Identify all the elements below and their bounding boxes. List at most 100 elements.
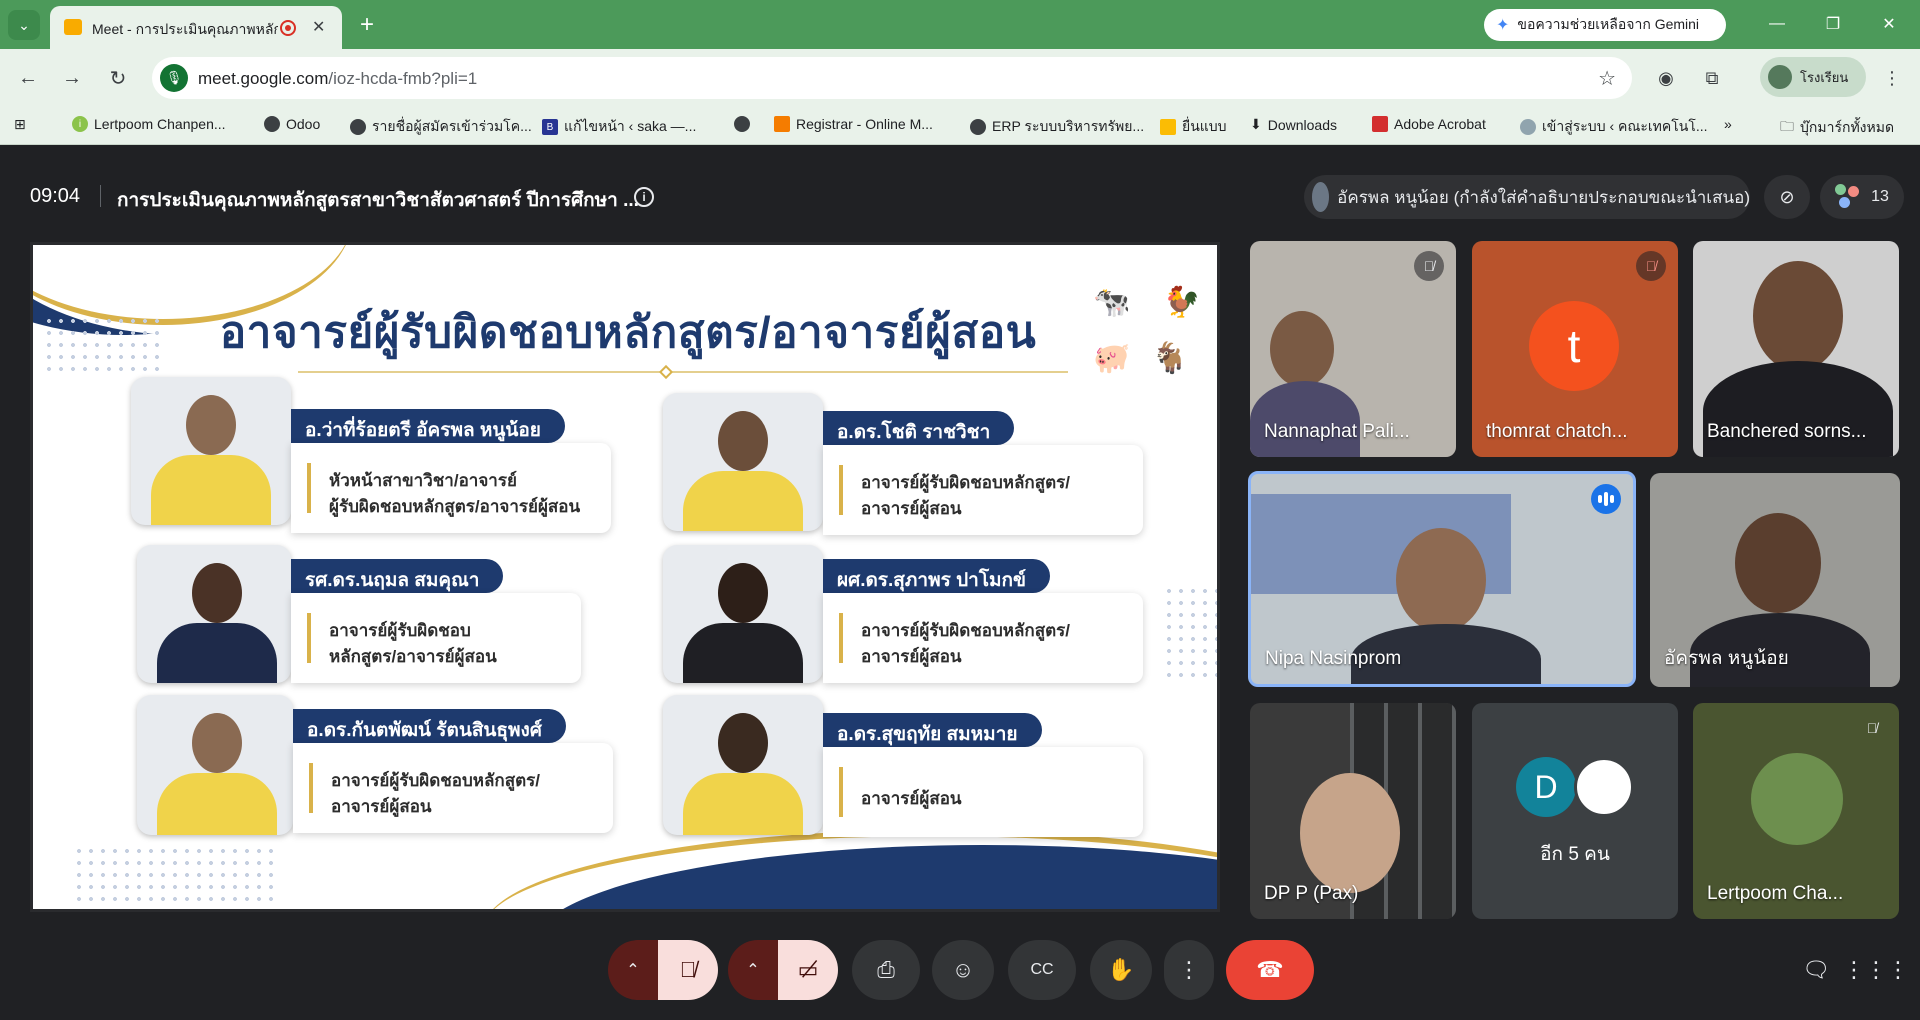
participant-tile[interactable]: t 🎙̸ thomrat chatch... <box>1472 241 1678 457</box>
slide-rule <box>298 371 1068 373</box>
profile-avatar <box>1768 65 1792 89</box>
camera-in-use-icon[interactable]: ◉ <box>1652 64 1680 92</box>
faculty-role-box: อาจารย์ผู้สอน <box>823 747 1143 837</box>
participant-count: 13 <box>1871 188 1889 205</box>
bookmark-item[interactable]: รายชื่อผู้สมัครเข้าร่วมโค... <box>350 116 532 138</box>
bookmark-item[interactable]: ยื่นแบบ <box>1160 116 1227 138</box>
mic-off-icon: 🎙̸ <box>1636 251 1666 281</box>
folder-icon: 🗀 <box>1780 118 1794 134</box>
apps-grid-icon[interactable]: ⊞ <box>14 116 26 133</box>
video-options-button[interactable]: ⌃ <box>728 940 778 1000</box>
captions-button[interactable]: CC <box>1008 940 1076 1000</box>
new-tab-button[interactable]: + <box>352 10 382 40</box>
meeting-time: 09:04 <box>30 185 81 207</box>
registrar-favicon-icon <box>774 116 790 132</box>
activities-button[interactable]: ⋮⋮⋮ <box>1843 940 1909 1000</box>
close-tab-icon[interactable]: ✕ <box>312 17 325 37</box>
forward-button[interactable]: → <box>56 62 88 94</box>
faculty-photo <box>137 695 293 835</box>
mic-off-icon: 🎙̸ <box>1414 251 1444 281</box>
participant-tile[interactable]: 🎙̸ Lertpoom Cha... <box>1693 703 1899 919</box>
tab-meet[interactable]: Meet - การประเมินคุณภาพหลักสูตร ✕ <box>50 6 342 49</box>
mic-active-site-icon[interactable]: 🎙 <box>160 64 188 92</box>
reactions-button[interactable]: ☺ <box>932 940 994 1000</box>
divider <box>100 185 101 207</box>
camera-toggle-button[interactable]: ▭̸ <box>778 940 838 1000</box>
bru-favicon-icon: B <box>542 119 558 135</box>
form-favicon-icon <box>1160 119 1176 135</box>
slide-dots <box>1163 585 1217 685</box>
bookmarks-bar: ⊞ i Lertpoom Chanpen... Odoo รายชื่อผู้สม… <box>0 107 1920 145</box>
globe-icon <box>264 116 280 132</box>
bookmark-item[interactable]: เข้าสู่ระบบ ‹ คณะเทคโนโ... <box>1520 116 1708 138</box>
faculty-role-line: อาจารย์ผู้สอน <box>861 789 962 808</box>
faculty-role-line: อาจารย์ผู้รับผิดชอบหลักสูตร/ <box>861 621 1070 640</box>
extensions-icon[interactable]: ⧉ <box>1698 64 1726 92</box>
bookmark-item[interactable]: ERP ระบบบริหารทรัพย... <box>970 116 1144 138</box>
faculty-role-line: อาจารย์ผู้สอน <box>331 797 432 816</box>
leave-call-button[interactable]: ☎ <box>1226 940 1314 1000</box>
participant-tile-active[interactable]: Nipa Nasinprom <box>1248 471 1636 687</box>
bookmark-star-icon[interactable]: ☆ <box>1598 66 1616 91</box>
chicken-icon: 🐓 <box>1163 286 1201 319</box>
back-button[interactable]: ← <box>12 62 44 94</box>
participant-name: Nipa Nasinprom <box>1265 648 1402 669</box>
chat-button[interactable]: 🗨 <box>1792 940 1840 1000</box>
faculty-name: รศ.ดร.นฤมล สมคุณา <box>291 559 504 593</box>
mic-toggle-button[interactable]: 🎙̸ <box>658 940 718 1000</box>
participant-tile[interactable]: DP P (Pax) <box>1250 703 1456 919</box>
faculty-name: อ.ว่าที่ร้อยตรี อัครพล หนูน้อย <box>291 409 565 443</box>
gemini-sparkle-icon: ✦ <box>1496 17 1510 34</box>
chat-icon: 🗨 <box>1802 957 1830 982</box>
present-button[interactable]: ⎙ <box>852 940 920 1000</box>
meeting-info-icon[interactable]: i <box>634 187 654 207</box>
faculty-role-box: อาจารย์ผู้รับผิดชอบหลักสูตร/ อาจารย์ผู้ส… <box>823 445 1143 535</box>
emoji-icon: ☺ <box>951 957 975 982</box>
participants-button[interactable]: 13 <box>1820 175 1904 219</box>
faculty-role-line: ผู้รับผิดชอบหลักสูตร/อาจารย์ผู้สอน <box>329 497 581 516</box>
profile-label: โรงเรียน <box>1800 69 1849 85</box>
globe-icon <box>1520 119 1536 135</box>
all-bookmarks-folder[interactable]: 🗀 บุ๊กมาร์กทั้งหมด <box>1780 116 1894 140</box>
gemini-button[interactable]: ✦ ขอความช่วยเหลือจาก Gemini <box>1484 9 1726 41</box>
participant-name: thomrat chatch... <box>1486 421 1628 442</box>
participant-name: Banchered sorns... <box>1707 421 1867 442</box>
more-options-button[interactable]: ⋮ <box>1164 940 1214 1000</box>
participant-tile[interactable]: อัครพล หนูน้อย <box>1650 473 1900 687</box>
more-bookmarks-icon[interactable]: » <box>1724 116 1732 132</box>
audio-options-button[interactable]: ⌃ <box>608 940 658 1000</box>
participant-name: Lertpoom Cha... <box>1707 883 1844 904</box>
presenter-chip[interactable]: อัครพล หนูน้อย (กำลังใส่คำอธิบายประกอบขณ… <box>1304 175 1750 219</box>
restore-button[interactable]: ❐ <box>1810 8 1856 40</box>
faculty-name: อ.ดร.โชติ ราชวิชา <box>823 411 1015 445</box>
profile-button[interactable]: โรงเรียน <box>1760 57 1866 97</box>
more-icon: ⋮ <box>1178 957 1200 982</box>
address-bar[interactable]: 🎙 meet.google.com/ioz-hcda-fmb?pli=1 ☆ <box>152 57 1632 99</box>
participant-name: DP P (Pax) <box>1264 883 1359 904</box>
raise-hand-button[interactable]: ✋ <box>1090 940 1152 1000</box>
participant-tile[interactable]: 🎙̸ Nannaphat Pali... <box>1250 241 1456 457</box>
presentation-slide: อาจารย์ผู้รับผิดชอบหลักสูตร/อาจารย์ผู้สอ… <box>30 242 1220 912</box>
globe-icon[interactable] <box>734 116 750 132</box>
reload-button[interactable]: ↻ <box>102 62 134 94</box>
mic-off-icon: 🎙̸ <box>679 957 697 982</box>
bookmark-item[interactable]: Adobe Acrobat <box>1372 116 1486 132</box>
faculty-photo <box>131 377 291 525</box>
faculty-role-line: หัวหน้าสาขาวิชา/อาจารย์ <box>329 471 517 490</box>
others-tile[interactable]: D อีก 5 คน <box>1472 703 1678 919</box>
hide-presentation-icon[interactable]: ⊘ <box>1764 175 1810 219</box>
browser-menu-icon[interactable]: ⋮ <box>1878 64 1906 92</box>
close-window-button[interactable]: ✕ <box>1866 8 1912 40</box>
bookmark-item[interactable]: Registrar - Online M... <box>774 116 933 132</box>
camera-off-icon: ▭̸ <box>797 957 819 982</box>
present-icon: ⎙ <box>877 957 895 982</box>
bookmark-item[interactable]: B แก้ไขหน้า ‹ saka —... <box>542 116 696 138</box>
bookmark-item[interactable]: ⬇ Downloads <box>1250 116 1337 133</box>
tab-search-button[interactable]: ⌄ <box>8 10 40 40</box>
participant-tile[interactable]: Banchered sorns... <box>1693 241 1899 457</box>
bookmark-item[interactable]: i Lertpoom Chanpen... <box>72 116 226 132</box>
faculty-name: อ.ดร.กันตพัฒน์ รัตนสินธุพงศ์ <box>293 709 566 743</box>
participant-avatar <box>1574 757 1634 817</box>
bookmark-item[interactable]: Odoo <box>264 116 320 132</box>
minimize-button[interactable]: — <box>1754 8 1800 40</box>
